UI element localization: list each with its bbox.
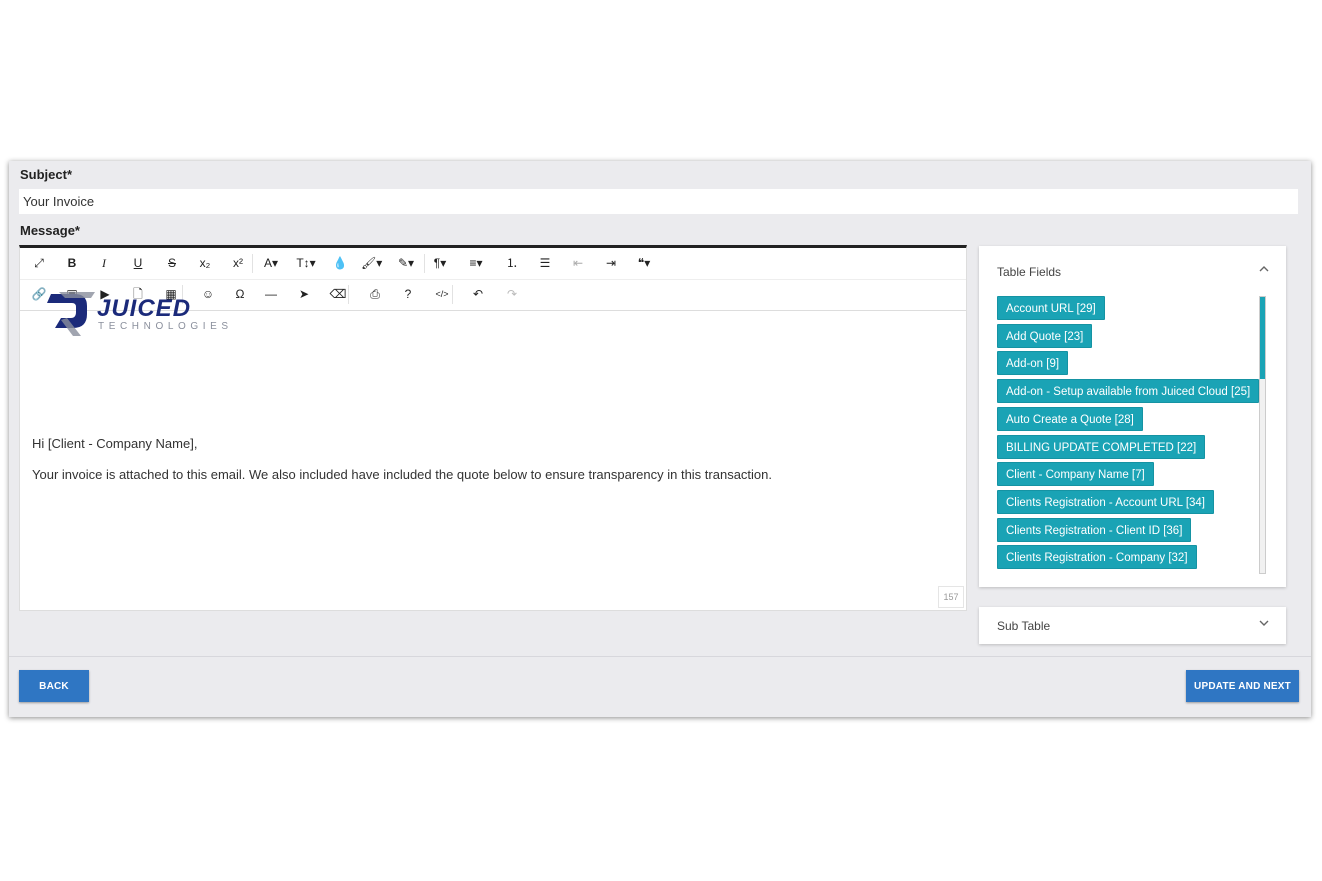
email-template-card: Subject* Message* ⤢ BIUSx₂ x² A▾ T↕▾ 💧 🖌▾ ✎▾ ¶▾ ≡… (9, 161, 1311, 717)
strikethrough-icon[interactable]: S (162, 253, 182, 274)
greeting-text: Hi [Client - Company Name], (32, 436, 198, 451)
body-text: Your invoice is attached to this email. … (32, 467, 772, 482)
logo-subtitle: TECHNOLOGIES (98, 321, 233, 332)
text-color-icon[interactable]: 💧 (330, 253, 350, 274)
horizontal-line-icon[interactable]: — (261, 284, 281, 305)
field-chip[interactable]: Add Quote [23] (997, 323, 1093, 348)
toolbar-separator (252, 254, 253, 273)
field-chip[interactable]: BILLING UPDATE COMPLETED [22] (997, 434, 1206, 459)
juiced-logo: JUICED TECHNOLOGIES (45, 288, 235, 343)
superscript-icon[interactable]: x² (228, 253, 248, 274)
toolbar-separator (348, 285, 349, 304)
field-chip[interactable]: Clients Registration - Client ID [36] (997, 517, 1192, 542)
font-size-icon[interactable]: T↕▾ (296, 253, 316, 274)
table-fields-title: Table Fields (997, 265, 1062, 279)
undo-icon[interactable]: ↶ (468, 284, 488, 305)
background-color-icon[interactable]: 🖌▾ (361, 253, 382, 274)
field-chip[interactable]: Add-on - Setup available from Juiced Clo… (997, 379, 1259, 404)
field-chip[interactable]: Account URL [29] (997, 296, 1105, 320)
sub-table-panel[interactable]: Sub Table (979, 607, 1286, 644)
field-chip[interactable]: Auto Create a Quote [28] (997, 406, 1143, 431)
fields-scrollbar[interactable] (1259, 296, 1266, 574)
font-family-icon[interactable]: A▾ (261, 253, 281, 274)
field-chip[interactable]: Client - Company Name [7] (997, 462, 1154, 487)
field-chip[interactable]: Clients Registration - Company [32] (997, 545, 1197, 570)
update-and-next-button[interactable]: UPDATE AND NEXT (1186, 670, 1299, 702)
inline-style-icon[interactable]: ✎▾ (396, 253, 416, 274)
logo-word: JUICED (97, 295, 191, 322)
char-counter: 157 (938, 586, 964, 608)
print-icon[interactable]: ⎙ (365, 284, 385, 305)
footer-divider (9, 656, 1311, 657)
table-fields-list: Account URL [29] Add Quote [23] Add-on [9]… (997, 296, 1259, 572)
help-icon[interactable]: ? (398, 284, 418, 305)
chevron-down-icon[interactable] (1258, 617, 1270, 632)
subject-input[interactable] (19, 189, 1298, 214)
message-label: Message* (20, 223, 80, 238)
select-all-icon[interactable]: ➤ (294, 284, 314, 305)
logo-mark-icon (47, 292, 95, 336)
bold-icon[interactable]: B (62, 253, 82, 274)
code-view-icon[interactable]: </> (432, 284, 452, 305)
chevron-up-icon[interactable] (1258, 263, 1270, 278)
subscript-icon[interactable]: x₂ (195, 253, 215, 274)
toolbar-separator (424, 254, 425, 273)
unordered-list-icon[interactable]: ☰ (535, 253, 555, 274)
fullscreen-icon[interactable]: ⤢ (29, 253, 49, 274)
sub-table-title: Sub Table (997, 619, 1051, 633)
quote-icon[interactable]: ❝▾ (634, 253, 654, 274)
scrollbar-thumb[interactable] (1260, 297, 1265, 379)
field-chip[interactable]: Clients Registration - Account URL [34] (997, 489, 1214, 514)
redo-icon[interactable]: ↷ (502, 284, 522, 305)
ordered-list-icon[interactable]: ⒈ (502, 253, 522, 274)
outdent-icon[interactable]: ⇤ (568, 253, 588, 274)
back-button[interactable]: BACK (19, 670, 89, 702)
indent-icon[interactable]: ⇥ (601, 253, 621, 274)
rich-text-editor[interactable]: ⤢BIUSx₂x²A▾T↕▾💧🖌▾✎▾¶▾≡▾⒈☰⇤⇥❝▾ 🔗▣▶🗋▦☺Ω—➤⌫… (19, 245, 967, 611)
field-chip[interactable]: Add-on [9] (997, 351, 1069, 376)
paragraph-format-icon[interactable]: ¶▾ (430, 253, 450, 274)
underline-icon[interactable]: U (128, 253, 148, 274)
toolbar-row-1: ⤢ B I U Sx₂ x² A▾ T↕▾ 💧 🖌▾ ✎▾ ¶▾ ≡▾ ⒈ ☰ ⇤ ⇥ ❝▾ (20, 248, 966, 280)
table-fields-panel: Table Fields Account URL [29] Add Quote [… (979, 246, 1286, 587)
subject-label: Subject* (20, 167, 73, 182)
italic-icon[interactable]: I (94, 253, 114, 274)
toolbar-separator (452, 285, 453, 304)
clear-formatting-icon[interactable]: ⌫ (328, 284, 348, 305)
align-icon[interactable]: ≡▾ (466, 253, 486, 274)
